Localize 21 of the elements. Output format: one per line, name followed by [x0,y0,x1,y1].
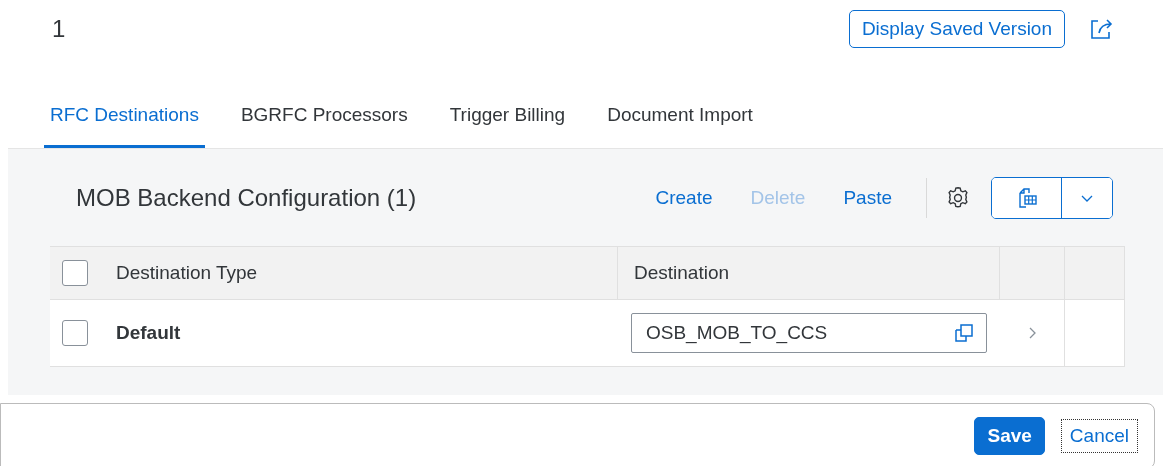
column-header: Destination Type [116,262,258,284]
select-all-checkbox[interactable] [62,260,88,286]
toolbar-action[interactable]: Paste [827,180,908,215]
chevron-right-icon[interactable] [1027,326,1037,340]
toolbar-action[interactable]: Create [639,180,729,215]
export-button[interactable] [992,177,1062,218]
destination-field[interactable]: OSB_MOB_TO_CCS [631,313,987,353]
value-help-icon[interactable] [954,323,974,343]
tab[interactable]: Document Import [601,94,759,148]
dropdown-button[interactable] [1062,177,1112,218]
save-button[interactable]: Save [974,417,1045,455]
column-header: Destination [634,262,730,284]
row-checkbox[interactable] [62,320,88,346]
table-title: MOB Backend Configuration (1) [76,183,418,212]
display-saved-version-button[interactable]: Display Saved Version [848,10,1065,48]
cancel-button[interactable]: Cancel [1060,419,1138,453]
page-title: 1 [52,15,67,43]
tab[interactable]: Trigger Billing [443,94,572,148]
share-icon[interactable] [1089,17,1115,41]
table-cell: Default [116,322,181,344]
tab[interactable]: BGRFC Processors [234,94,414,148]
